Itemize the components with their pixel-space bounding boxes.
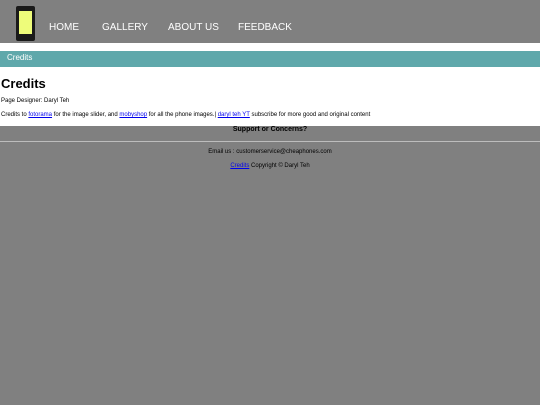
credits-mid1: for the image slider, and (52, 112, 120, 118)
footer-credits-link[interactable]: Credits (230, 163, 249, 169)
credits-prefix: Credits to (1, 112, 29, 118)
contact-email: Email us : customerservice@cheaphones.co… (208, 149, 332, 155)
nav-gallery[interactable]: GALLERY (102, 22, 148, 33)
page-title: Credits (1, 76, 46, 91)
nav-about-us[interactable]: ABOUT US (168, 22, 219, 33)
daryl-teh-yt-link[interactable]: daryl teh YT (218, 112, 250, 118)
nav-home[interactable]: HOME (49, 22, 79, 33)
nav-feedback[interactable]: FEEDBACK (238, 22, 292, 33)
copyright-text: Copyright © Daryl Teh (249, 163, 310, 169)
banner-label: Credits (7, 53, 33, 62)
mobyshop-link[interactable]: mobyshop (119, 112, 147, 118)
page-banner: Credits (0, 51, 540, 67)
credits-suffix: subscribe for more good and original con… (249, 112, 371, 118)
main-content: Credits Page Designer: Daryl Teh Credits… (0, 67, 540, 126)
footer-divider (0, 141, 540, 142)
top-navigation: HOME GALLERY ABOUT US FEEDBACK (0, 0, 540, 43)
credits-text: Credits to fotorama for the image slider… (1, 112, 370, 118)
phone-screen (19, 11, 32, 34)
support-heading: Support or Concerns? (232, 126, 308, 133)
footer-copyright: Credits Copyright © Daryl Teh (0, 163, 540, 169)
page-designer-text: Page Designer: Daryl Teh (1, 98, 70, 104)
fotorama-link[interactable]: fotorama (28, 112, 52, 118)
nav-separator (0, 43, 540, 51)
credits-mid2: for all the phone images.| (147, 112, 218, 118)
phone-icon[interactable] (16, 6, 35, 41)
